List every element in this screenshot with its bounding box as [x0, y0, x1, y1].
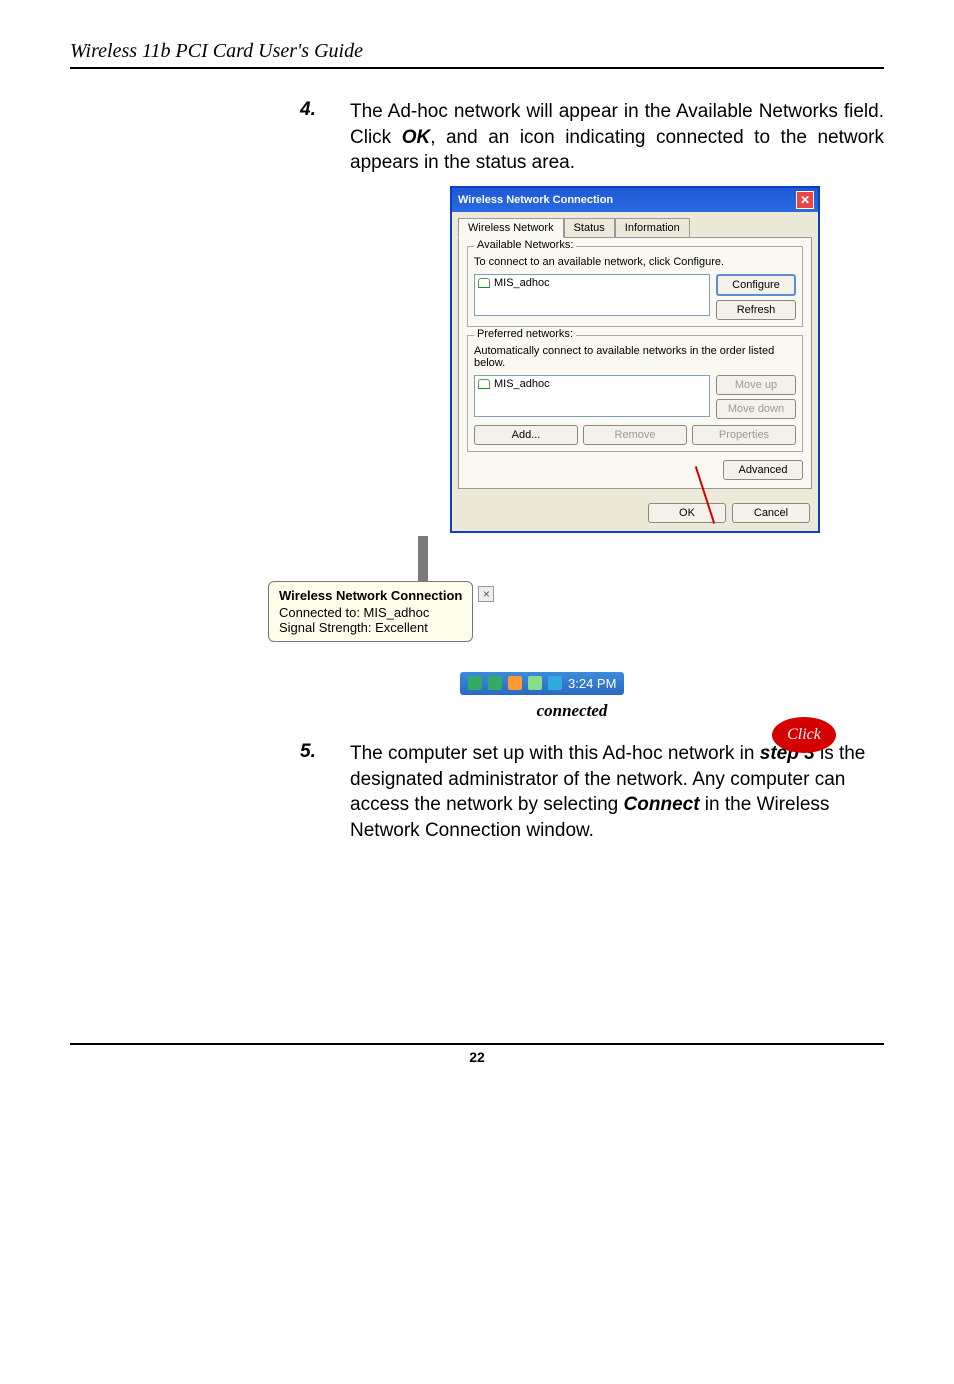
available-item-label: MIS_adhoc — [494, 277, 550, 289]
tray-icon[interactable] — [468, 676, 482, 690]
tray-wireless-icon[interactable] — [548, 676, 562, 690]
network-icon — [478, 278, 490, 288]
network-icon — [478, 379, 490, 389]
divider — [70, 67, 884, 69]
balloon-line1: Connected to: MIS_adhoc — [279, 605, 429, 620]
groupbox-preferred: Preferred networks: Automatically connec… — [467, 335, 803, 452]
movedown-button: Move down — [716, 399, 796, 419]
tray-icon[interactable] — [488, 676, 502, 690]
moveup-button: Move up — [716, 375, 796, 395]
systray: 3:24 PM — [460, 672, 624, 695]
tray-icon[interactable] — [508, 676, 522, 690]
notification-balloon: Wireless Network Connection × Connected … — [268, 581, 473, 642]
titlebar[interactable]: Wireless Network Connection ✕ — [452, 188, 818, 212]
cancel-button[interactable]: Cancel — [732, 503, 810, 523]
preferred-listbox[interactable]: MIS_adhoc — [474, 375, 710, 417]
step4-text: The Ad-hoc network will appear in the Av… — [350, 99, 884, 176]
balloon-title: Wireless Network Connection — [279, 588, 462, 603]
dialog-window: Wireless Network Connection ✕ Wireless N… — [450, 186, 820, 533]
tray-clock: 3:24 PM — [568, 676, 616, 691]
figure-wrapper: Wireless Network Connection ✕ Wireless N… — [260, 186, 884, 721]
add-button[interactable]: Add... — [474, 425, 578, 445]
available-listbox[interactable]: MIS_adhoc — [474, 274, 710, 316]
advanced-button[interactable]: Advanced — [723, 460, 803, 480]
step4-number: 4. — [300, 99, 350, 176]
groupbox-available: Available Networks: To connect to an ava… — [467, 246, 803, 327]
refresh-button[interactable]: Refresh — [716, 300, 796, 320]
available-caption: To connect to an available network, clic… — [474, 256, 796, 268]
balloon-line2: Signal Strength: Excellent — [279, 620, 428, 635]
available-legend: Available Networks: — [474, 239, 576, 251]
tab-information[interactable]: Information — [615, 218, 690, 238]
tab-status[interactable]: Status — [564, 218, 615, 238]
tray-icon[interactable] — [528, 676, 542, 690]
tab-panel: Available Networks: To connect to an ava… — [458, 237, 812, 489]
configure-button[interactable]: Configure — [716, 274, 796, 296]
properties-button: Properties — [692, 425, 796, 445]
page-number: 22 — [469, 1049, 485, 1065]
running-header: Wireless 11b PCI Card User's Guide — [70, 40, 884, 63]
preferred-item[interactable]: MIS_adhoc — [475, 376, 709, 392]
click-callout: Click — [772, 717, 836, 753]
step5-text: The computer set up with this Ad-hoc net… — [350, 741, 884, 844]
footer: 22 — [70, 1043, 884, 1065]
close-icon[interactable]: ✕ — [796, 191, 814, 209]
preferred-item-label: MIS_adhoc — [494, 378, 550, 390]
remove-button: Remove — [583, 425, 687, 445]
tab-wireless-network[interactable]: Wireless Network — [458, 218, 564, 238]
dialog-title: Wireless Network Connection — [458, 194, 613, 206]
step5-number: 5. — [300, 741, 350, 844]
preferred-legend: Preferred networks: — [474, 328, 576, 340]
preferred-caption: Automatically connect to available netwo… — [474, 345, 796, 369]
balloon-close-icon[interactable]: × — [478, 586, 494, 602]
available-item[interactable]: MIS_adhoc — [475, 275, 709, 291]
tab-strip: Wireless Network Status Information — [452, 212, 818, 238]
